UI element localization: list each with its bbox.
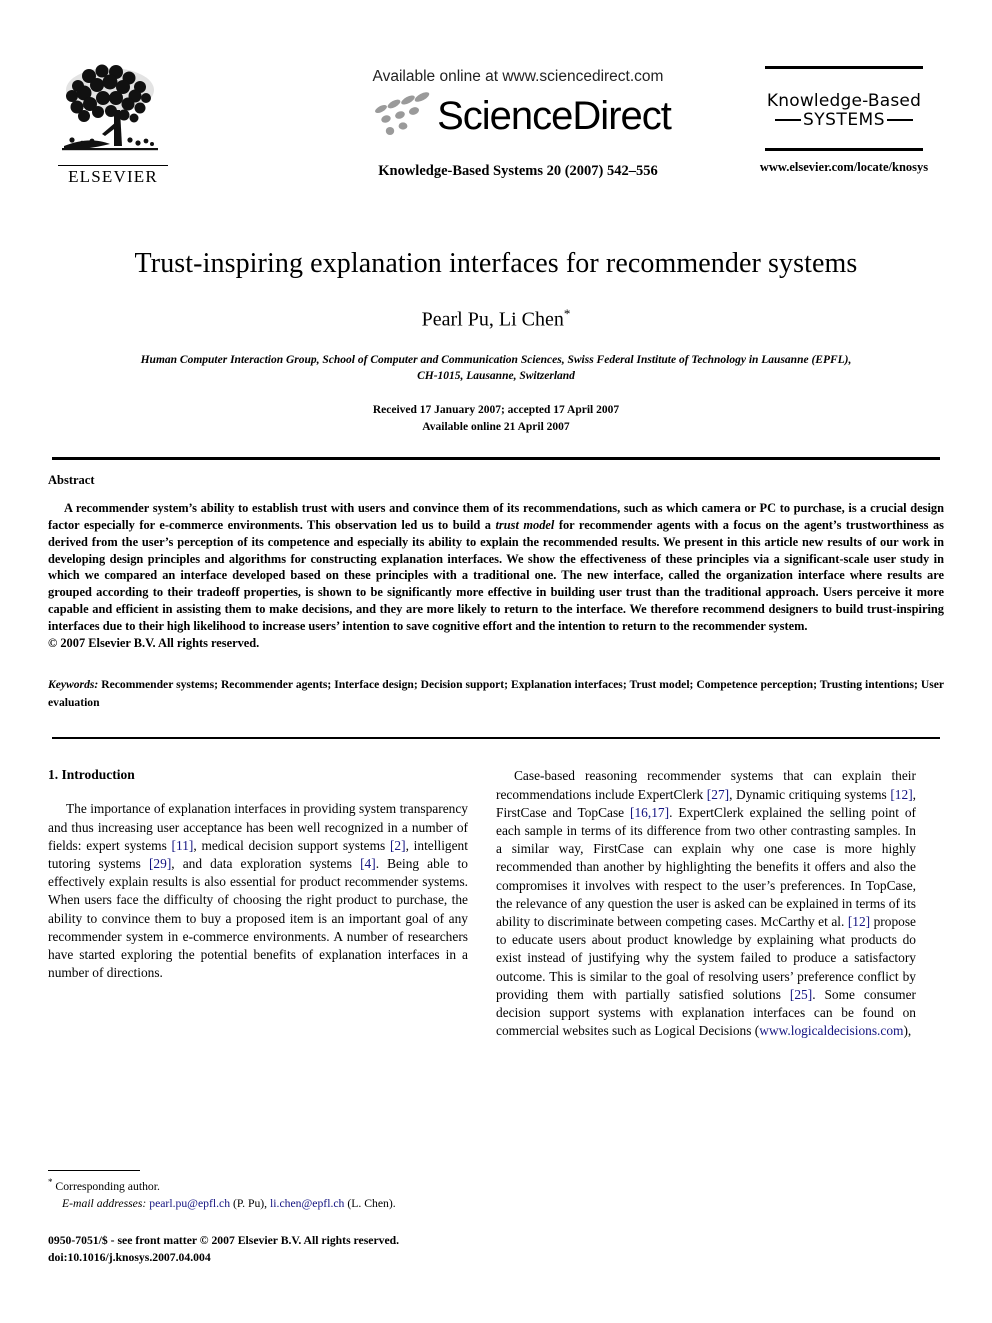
document-page: ELSEVIER Available online at www.science… bbox=[0, 0, 992, 1323]
article-title: Trust-inspiring explanation interfaces f… bbox=[134, 248, 858, 279]
elsevier-tree-icon bbox=[62, 64, 158, 151]
abstract-part2: for recommender agents with a focus on t… bbox=[48, 517, 944, 634]
left-column: 1. Introduction The importance of explan… bbox=[48, 767, 468, 1267]
email-link-pearl-pu[interactable]: pearl.pu@epfl.ch bbox=[149, 1197, 230, 1210]
body-top-rule bbox=[52, 736, 940, 740]
journal-logo-rule-top bbox=[765, 66, 923, 69]
citation-ref[interactable]: [29] bbox=[149, 856, 171, 871]
text-run: . ExpertClerk explained the selling poin… bbox=[496, 804, 916, 930]
author-list: Pearl Pu, Li Chen* bbox=[48, 306, 944, 332]
citation-ref[interactable]: [12] bbox=[890, 787, 912, 802]
keywords-label: Keywords: bbox=[48, 678, 99, 692]
text-run: ), bbox=[903, 1023, 912, 1039]
keywords: Keywords: Recommender systems; Recommend… bbox=[48, 676, 944, 711]
sciencedirect-block: Available online at www.sciencedirect.co… bbox=[298, 68, 738, 180]
text-run: , and data exploration systems bbox=[171, 855, 361, 871]
affiliation-line2: CH-1015, Lausanne, Switzerland bbox=[417, 370, 575, 383]
email1-owner: (P. Pu), bbox=[230, 1196, 271, 1210]
text-run: , medical decision support systems bbox=[193, 837, 390, 853]
email2-owner: (L. Chen). bbox=[344, 1196, 396, 1210]
affiliation: Human Computer Interaction Group, School… bbox=[48, 352, 944, 385]
footnote-corresponding-text: Corresponding author. bbox=[55, 1180, 160, 1194]
available-online-text: Available online at www.sciencedirect.co… bbox=[372, 68, 664, 85]
journal-logo-dash-right bbox=[887, 119, 914, 121]
section-heading-introduction: 1. Introduction bbox=[48, 767, 135, 783]
abstract-heading: Abstract bbox=[48, 472, 95, 487]
abstract-copyright: © 2007 Elsevier B.V. All rights reserved… bbox=[48, 636, 260, 651]
text-run: , Dynamic critiquing systems bbox=[729, 786, 891, 802]
footnote-star: * bbox=[48, 1177, 53, 1188]
journal-logo-block: Knowledge-Based SYSTEMS www.elsevier.com… bbox=[744, 66, 944, 175]
journal-citation: Knowledge-Based Systems 20 (2007) 542–55… bbox=[378, 163, 658, 179]
citation-ref[interactable]: [4] bbox=[360, 856, 376, 871]
elsevier-logo: ELSEVIER bbox=[58, 60, 168, 187]
author-names: Pearl Pu, Li Chen bbox=[421, 308, 564, 331]
citation-ref[interactable]: [11] bbox=[172, 838, 194, 853]
abstract-text: A recommender system’s ability to establ… bbox=[48, 500, 944, 635]
intro-paragraph-left: The importance of explanation interfaces… bbox=[48, 800, 468, 982]
citation-ref[interactable]: [27] bbox=[707, 787, 729, 802]
journal-logo-rule-bottom bbox=[765, 148, 923, 151]
sciencedirect-swoosh-icon bbox=[375, 92, 430, 135]
citation-ref[interactable]: [25] bbox=[790, 987, 812, 1002]
citation-ref[interactable]: [16,17] bbox=[630, 805, 669, 820]
title-block: Trust-inspiring explanation interfaces f… bbox=[48, 248, 944, 435]
journal-logo-line2: SYSTEMS bbox=[802, 110, 886, 130]
footnote-emails: E-mail addresses: pearl.pu@epfl.ch (P. P… bbox=[48, 1196, 468, 1213]
right-column: Case-based reasoning recommender systems… bbox=[496, 767, 916, 1267]
footnote-corresponding-author: * Corresponding author. bbox=[48, 1176, 468, 1196]
elsevier-wordmark: ELSEVIER bbox=[58, 165, 168, 187]
journal-url: www.elsevier.com/locate/knosys bbox=[759, 160, 929, 174]
abstract-emphasis: trust model bbox=[495, 517, 555, 532]
email-link-li-chen[interactable]: li.chen@epfl.ch bbox=[270, 1197, 344, 1210]
affiliation-line1: Human Computer Interaction Group, School… bbox=[140, 353, 852, 366]
footnote-block: * Corresponding author. E-mail addresses… bbox=[48, 1169, 468, 1267]
journal-logo-line1: Knowledge-Based bbox=[766, 91, 922, 111]
doi-line: doi:10.1016/j.knosys.2007.04.004 bbox=[48, 1251, 211, 1265]
journal-logo-dash-left bbox=[774, 119, 801, 121]
issn-copyright-line: 0950-7051/$ - see front matter © 2007 El… bbox=[48, 1234, 400, 1248]
citation-ref[interactable]: [2] bbox=[390, 838, 406, 853]
body-columns: 1. Introduction The importance of explan… bbox=[48, 767, 944, 1267]
sciencedirect-wordmark: ScienceDirect bbox=[437, 94, 672, 138]
citation-ref[interactable]: [12] bbox=[848, 914, 870, 929]
corresponding-author-marker: * bbox=[563, 306, 571, 321]
keywords-text: Recommender systems; Recommender agents;… bbox=[48, 678, 944, 709]
publication-dates: Received 17 January 2007; accepted 17 Ap… bbox=[48, 402, 944, 435]
available-online-date: Available online 21 April 2007 bbox=[422, 420, 570, 433]
masthead: ELSEVIER Available online at www.science… bbox=[48, 60, 944, 210]
text-run: . Being able to effectively explain resu… bbox=[48, 855, 468, 981]
email-addresses-label: E-mail addresses: bbox=[62, 1196, 147, 1210]
imprint-block: 0950-7051/$ - see front matter © 2007 El… bbox=[48, 1233, 468, 1267]
intro-paragraph-right: Case-based reasoning recommender systems… bbox=[496, 767, 916, 1040]
external-link-logicaldecisions[interactable]: www.logicaldecisions.com bbox=[759, 1023, 903, 1038]
received-date: Received 17 January 2007; accepted 17 Ap… bbox=[372, 404, 620, 416]
footnote-rule bbox=[48, 1169, 140, 1172]
abstract-section: Abstract A recommender system’s ability … bbox=[48, 473, 944, 711]
abstract-top-rule bbox=[52, 457, 940, 460]
